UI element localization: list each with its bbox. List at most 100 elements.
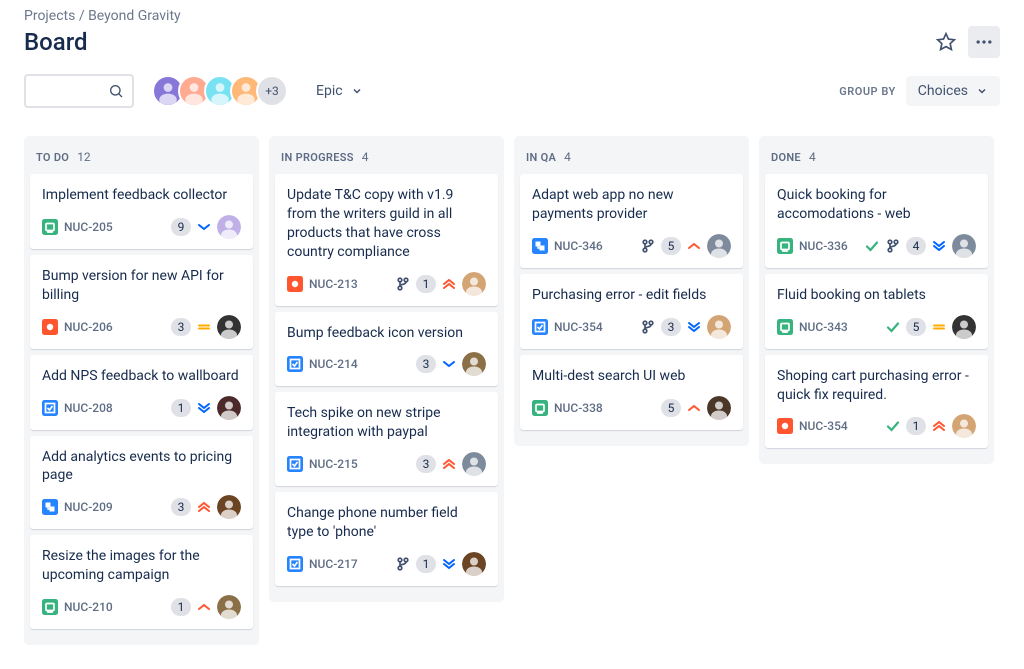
epic-filter-button[interactable]: Epic xyxy=(306,77,373,105)
card-title: Change phone number field type to 'phone… xyxy=(287,504,486,542)
board-column: IN QA4 Adapt web app no new payments pro… xyxy=(514,136,749,446)
priority-high-icon xyxy=(686,400,702,416)
assignee-avatar[interactable] xyxy=(217,595,241,619)
priority-lowest-icon xyxy=(196,400,212,416)
assignee-avatar[interactable] xyxy=(952,234,976,258)
issue-card[interactable]: Purchasing error - edit fields NUC-354 3 xyxy=(520,274,743,349)
avatar-stack[interactable]: +3 xyxy=(152,75,288,107)
story-points-badge: 9 xyxy=(171,218,191,236)
group-by-value: Choices xyxy=(918,83,968,99)
star-button[interactable] xyxy=(930,26,962,58)
priority-highest-icon xyxy=(196,499,212,515)
priority-highest-icon xyxy=(441,456,457,472)
column-count: 4 xyxy=(564,150,571,164)
story-points-badge: 1 xyxy=(906,417,926,435)
card-title: Shoping cart purchasing error - quick fi… xyxy=(777,367,976,405)
card-title: Bump version for new API for billing xyxy=(42,267,241,305)
assignee-avatar[interactable] xyxy=(952,414,976,438)
assignee-avatar[interactable] xyxy=(952,315,976,339)
story-points-badge: 1 xyxy=(171,598,191,616)
card-title: Bump feedback icon version xyxy=(287,324,486,343)
issue-key: NUC-354 xyxy=(799,419,848,433)
branch-icon xyxy=(640,238,656,254)
issue-card[interactable]: Bump feedback icon version NUC-214 3 xyxy=(275,312,498,387)
card-title: Quick booking for accomodations - web xyxy=(777,186,976,224)
chevron-down-icon xyxy=(351,85,363,97)
issue-key: NUC-338 xyxy=(554,401,603,415)
issue-card[interactable]: Multi-dest search UI web NUC-338 5 xyxy=(520,355,743,430)
card-title: Implement feedback collector xyxy=(42,186,241,205)
search-input[interactable] xyxy=(24,74,134,108)
board-column: DONE4 Quick booking for accomodations - … xyxy=(759,136,994,464)
story-points-badge: 5 xyxy=(661,237,681,255)
issue-type-task-icon xyxy=(287,356,303,372)
story-points-badge: 3 xyxy=(416,455,436,473)
story-points-badge: 1 xyxy=(171,399,191,417)
issue-key: NUC-213 xyxy=(309,277,358,291)
group-by-label: GROUP BY xyxy=(839,85,896,98)
issue-card[interactable]: Quick booking for accomodations - web NU… xyxy=(765,174,988,268)
assignee-avatar[interactable] xyxy=(462,452,486,476)
issue-card[interactable]: Bump version for new API for billing NUC… xyxy=(30,255,253,349)
issue-key: NUC-209 xyxy=(64,500,113,514)
issue-key: NUC-354 xyxy=(554,320,603,334)
issue-key: NUC-215 xyxy=(309,457,358,471)
assignee-avatar[interactable] xyxy=(462,272,486,296)
issue-card[interactable]: Implement feedback collector NUC-205 9 xyxy=(30,174,253,249)
assignee-avatar[interactable] xyxy=(707,315,731,339)
card-title: Update T&C copy with v1.9 from the write… xyxy=(287,186,486,262)
column-count: 4 xyxy=(809,150,816,164)
issue-key: NUC-346 xyxy=(554,239,603,253)
priority-low-icon xyxy=(441,356,457,372)
avatar[interactable]: +3 xyxy=(256,75,288,107)
issue-key: NUC-205 xyxy=(64,220,113,234)
issue-type-task-icon xyxy=(287,456,303,472)
assignee-avatar[interactable] xyxy=(217,495,241,519)
breadcrumb-projects-link[interactable]: Projects xyxy=(24,8,75,24)
assignee-avatar[interactable] xyxy=(707,234,731,258)
issue-key: NUC-214 xyxy=(309,357,358,371)
issue-key: NUC-206 xyxy=(64,320,113,334)
story-points-badge: 3 xyxy=(661,318,681,336)
assignee-avatar[interactable] xyxy=(707,396,731,420)
card-title: Fluid booking on tablets xyxy=(777,286,976,305)
group-by-select[interactable]: Choices xyxy=(906,76,1000,106)
card-title: Add NPS feedback to wallboard xyxy=(42,367,241,386)
column-count: 12 xyxy=(77,150,91,164)
card-title: Purchasing error - edit fields xyxy=(532,286,731,305)
priority-highest-icon xyxy=(441,276,457,292)
issue-card[interactable]: Change phone number field type to 'phone… xyxy=(275,492,498,586)
issue-card[interactable]: Resize the images for the upcoming campa… xyxy=(30,535,253,629)
branch-icon xyxy=(395,556,411,572)
issue-type-task-icon xyxy=(42,400,58,416)
issue-card[interactable]: Add NPS feedback to wallboard NUC-208 1 xyxy=(30,355,253,430)
issue-card[interactable]: Adapt web app no new payments provider N… xyxy=(520,174,743,268)
epic-label: Epic xyxy=(316,83,343,99)
assignee-avatar[interactable] xyxy=(217,315,241,339)
issue-type-task-icon xyxy=(287,556,303,572)
card-title: Multi-dest search UI web xyxy=(532,367,731,386)
issue-card[interactable]: Fluid booking on tablets NUC-343 5 xyxy=(765,274,988,349)
assignee-avatar[interactable] xyxy=(462,552,486,576)
more-button[interactable] xyxy=(968,26,1000,58)
issue-card[interactable]: Shoping cart purchasing error - quick fi… xyxy=(765,355,988,449)
column-title: IN PROGRESS xyxy=(281,151,354,164)
issue-card[interactable]: Add analytics events to pricing page NUC… xyxy=(30,436,253,530)
issue-key: NUC-336 xyxy=(799,239,848,253)
issue-key: NUC-210 xyxy=(64,600,113,614)
story-points-badge: 1 xyxy=(416,275,436,293)
priority-medium-icon xyxy=(931,319,947,335)
breadcrumb-project-name: Beyond Gravity xyxy=(88,8,181,24)
issue-card[interactable]: Update T&C copy with v1.9 from the write… xyxy=(275,174,498,306)
assignee-avatar[interactable] xyxy=(217,215,241,239)
assignee-avatar[interactable] xyxy=(217,396,241,420)
search-icon xyxy=(108,83,124,99)
issue-type-story-icon xyxy=(777,238,793,254)
issue-key: NUC-217 xyxy=(309,557,358,571)
assignee-avatar[interactable] xyxy=(462,352,486,376)
story-points-badge: 3 xyxy=(416,355,436,373)
issue-type-subtask-icon xyxy=(42,499,58,515)
issue-card[interactable]: Tech spike on new stripe integration wit… xyxy=(275,392,498,486)
card-title: Tech spike on new stripe integration wit… xyxy=(287,404,486,442)
board: TO DO12 Implement feedback collector NUC… xyxy=(24,136,1000,645)
